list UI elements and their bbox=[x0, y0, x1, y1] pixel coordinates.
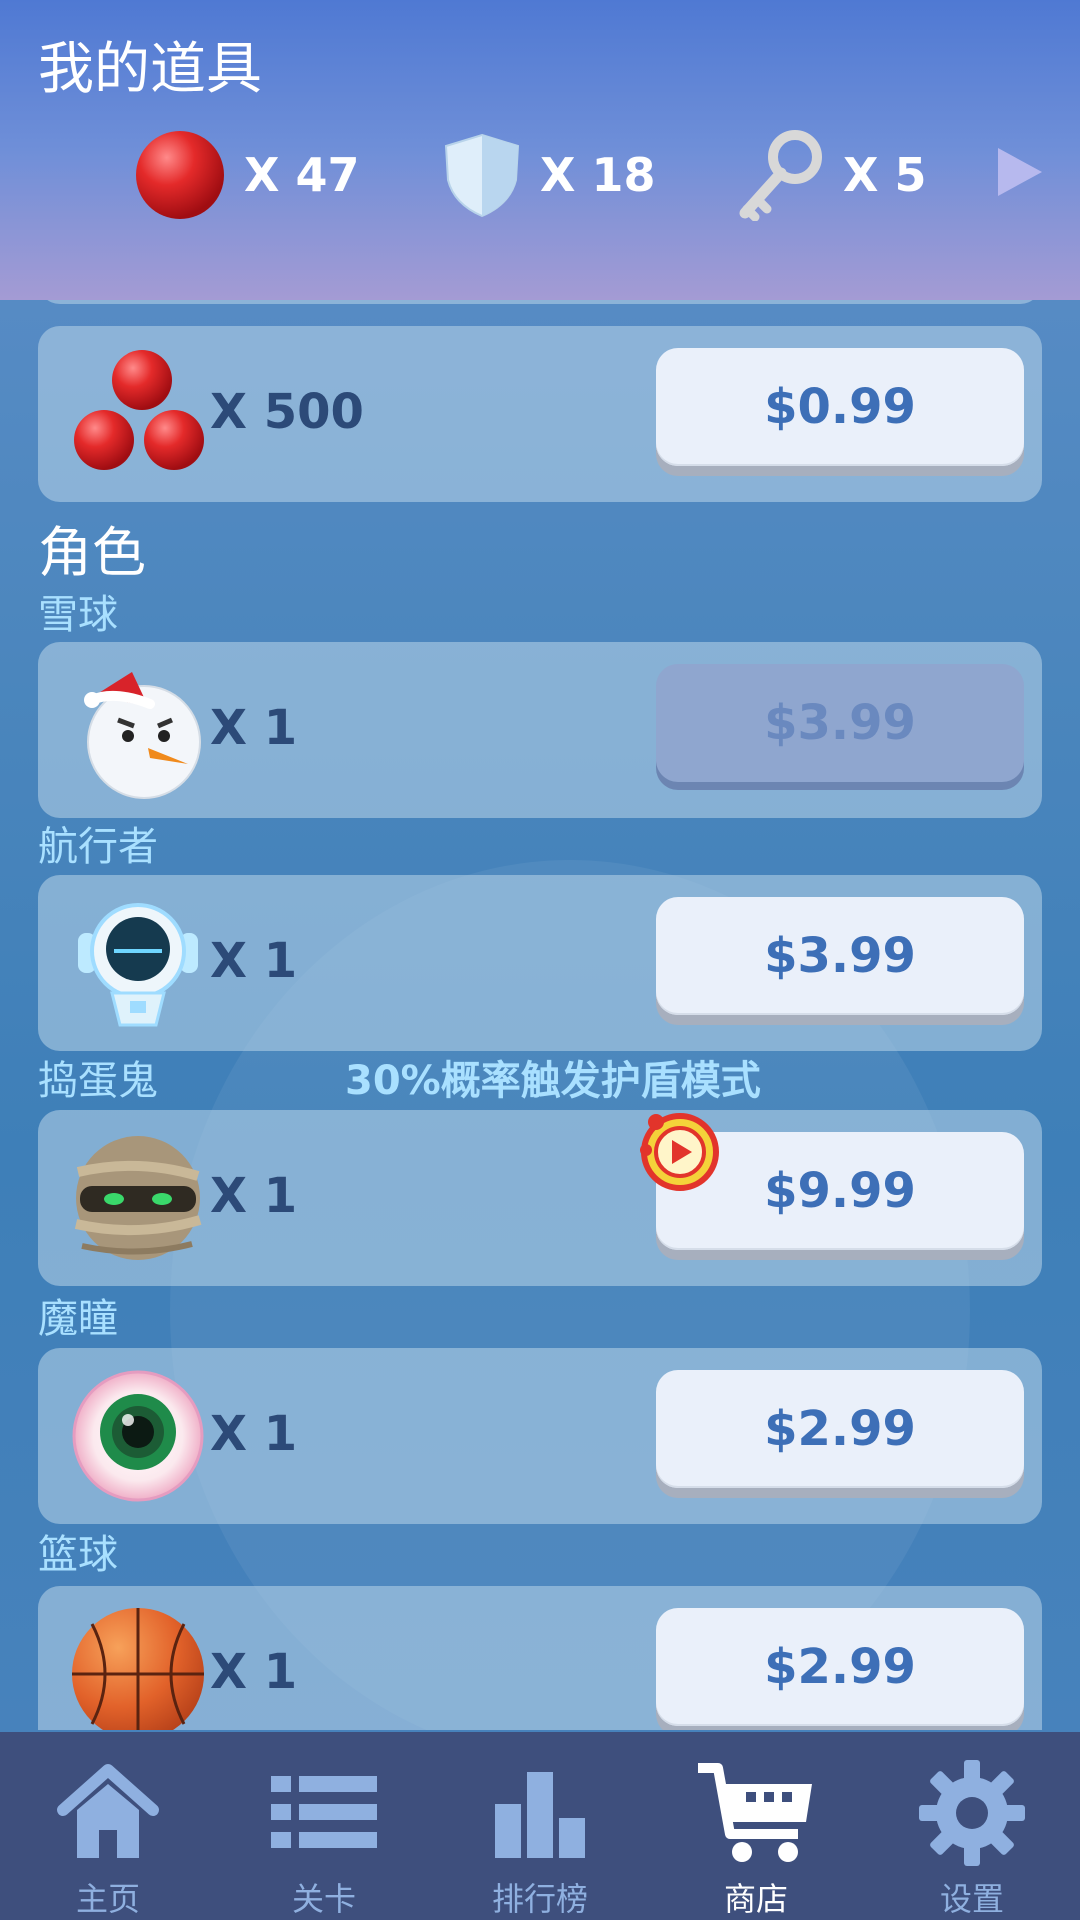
shield-count: X 18 bbox=[540, 148, 656, 202]
item-quantity: X 1 bbox=[210, 1168, 298, 1224]
next-arrow-icon[interactable] bbox=[998, 148, 1042, 196]
shop-item-balls: X 500 $0.99 bbox=[38, 326, 1042, 502]
snowman-icon bbox=[84, 672, 201, 799]
item-name-snowball: 雪球 bbox=[38, 592, 118, 638]
buy-button[interactable]: $0.99 bbox=[656, 348, 1024, 466]
gear-icon bbox=[919, 1760, 1025, 1866]
page-title: 我的道具 bbox=[38, 37, 262, 102]
item-name-evil-eye: 魔瞳 bbox=[38, 1296, 118, 1342]
tab-label: 排行榜 bbox=[491, 1880, 588, 1918]
shield-icon bbox=[444, 133, 520, 218]
tab-shop[interactable]: 商店 bbox=[648, 1732, 864, 1920]
inventory-header: 我的道具 X 47 X 18 X 5 bbox=[0, 0, 1080, 300]
item-quantity: X 500 bbox=[210, 384, 364, 440]
buy-button[interactable]: $3.99 bbox=[656, 897, 1024, 1015]
shop-item-evil-eye: X 1 $2.99 bbox=[38, 1348, 1042, 1524]
robot-icon bbox=[78, 903, 198, 1027]
shop-list[interactable]: X 500 $0.99 角色 雪球 X 1 $3.99 航行者 X 1 $3.9… bbox=[0, 300, 1080, 1730]
item-quantity: X 1 bbox=[210, 933, 298, 989]
tab-label: 主页 bbox=[75, 1880, 140, 1918]
cart-icon bbox=[698, 1763, 812, 1862]
item-note: 30%概率触发护盾模式 bbox=[345, 1058, 761, 1104]
previous-card-edge bbox=[38, 300, 1042, 304]
section-title-characters: 角色 bbox=[38, 521, 146, 584]
item-name-voyager: 航行者 bbox=[38, 824, 158, 870]
buy-button[interactable]: $3.99 bbox=[656, 664, 1024, 782]
eyeball-icon bbox=[72, 1370, 204, 1502]
shop-item-voyager: X 1 $3.99 bbox=[38, 875, 1042, 1051]
key-count: X 5 bbox=[843, 148, 927, 202]
inventory-ball: X 47 bbox=[134, 125, 360, 225]
tab-home[interactable]: 主页 bbox=[0, 1732, 216, 1920]
tab-label: 设置 bbox=[939, 1880, 1004, 1918]
bottom-tab-bar: 主页 关卡 排行榜 商店 设置 bbox=[0, 1732, 1080, 1920]
tab-levels[interactable]: 关卡 bbox=[216, 1732, 432, 1920]
tab-label: 商店 bbox=[723, 1880, 788, 1918]
tab-leaderboard[interactable]: 排行榜 bbox=[432, 1732, 648, 1920]
mummy-icon bbox=[74, 1136, 202, 1260]
shop-item-troublemaker: X 1 $9.99 bbox=[38, 1110, 1042, 1286]
buy-button[interactable]: $2.99 bbox=[656, 1370, 1024, 1488]
list-icon bbox=[271, 1776, 377, 1848]
item-name-troublemaker: 捣蛋鬼 bbox=[38, 1058, 158, 1104]
shop-item-snowball: X 1 $3.99 bbox=[38, 642, 1042, 818]
basketball-icon bbox=[72, 1608, 204, 1730]
item-quantity: X 1 bbox=[210, 700, 298, 756]
home-icon bbox=[57, 1764, 159, 1858]
inventory-key: X 5 bbox=[735, 125, 927, 225]
item-quantity: X 1 bbox=[210, 1406, 298, 1462]
video-ad-icon[interactable] bbox=[636, 1106, 724, 1194]
bar-chart-icon bbox=[495, 1772, 585, 1858]
tab-settings[interactable]: 设置 bbox=[864, 1732, 1080, 1920]
buy-button[interactable]: $2.99 bbox=[656, 1608, 1024, 1726]
ball-count: X 47 bbox=[244, 148, 360, 202]
shop-item-basketball: X 1 $2.99 bbox=[38, 1586, 1042, 1730]
red-ball-icon bbox=[136, 131, 224, 219]
item-name-basketball: 篮球 bbox=[38, 1532, 118, 1578]
key-icon bbox=[739, 130, 822, 221]
item-quantity: X 1 bbox=[210, 1644, 298, 1700]
inventory-shield: X 18 bbox=[442, 125, 656, 225]
tab-label: 关卡 bbox=[291, 1880, 356, 1918]
red-balls-icon bbox=[74, 350, 204, 470]
